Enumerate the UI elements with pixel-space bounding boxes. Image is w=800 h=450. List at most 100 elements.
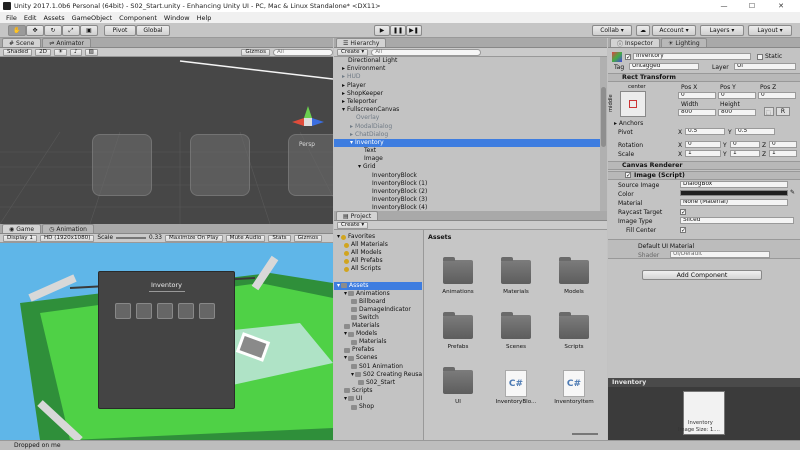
pivot-y-field[interactable]: 0.5 [735,128,775,135]
active-checkbox[interactable]: ✓ [625,54,631,61]
close-button[interactable]: ✕ [769,0,793,12]
asset-folder[interactable]: Scenes [494,312,538,350]
effects-dropdown[interactable]: ▨ [84,48,98,56]
rect-transform-header[interactable]: Rect Transform [608,73,800,82]
hierarchy-item[interactable]: Directional Light [334,57,607,65]
audio-toggle[interactable]: ♪ [69,48,82,56]
account-dropdown[interactable]: Account ▾ [652,25,696,36]
mute-audio-toggle[interactable]: Mute Audio [225,234,266,242]
project-tree-item[interactable]: S01 Animation [334,363,422,371]
tab-scene[interactable]: # Scene [2,38,42,47]
blueprint-mode-button[interactable]: ⬚ [764,107,774,116]
pause-button[interactable]: ❚❚ [390,25,406,36]
hierarchy-create-dropdown[interactable]: Create ▾ [337,48,369,56]
static-checkbox[interactable] [757,54,763,60]
hierarchy-item[interactable]: ▸ ModalDialog [334,123,607,131]
image-enabled-checkbox[interactable]: ✓ [625,172,631,179]
cloud-button[interactable]: ☁ [636,25,650,36]
project-tree-item[interactable]: Materials [334,322,422,330]
project-tree-item[interactable]: ▾ UI [334,395,422,403]
global-toggle[interactable]: Global [136,25,170,36]
scale-slider[interactable] [116,237,147,239]
project-tree-item[interactable]: ▾ Assets [334,281,422,290]
inventory-slot[interactable] [115,303,131,319]
hierarchy-scroll-thumb[interactable] [601,87,606,147]
foldout-arrow-icon[interactable]: ▾ [344,395,347,403]
scale-z-field[interactable]: 1 [769,150,797,157]
move-tool-button[interactable]: ✥ [26,25,44,36]
add-component-button[interactable]: Add Component [642,270,762,280]
2d-toggle[interactable]: 2D [35,48,51,56]
scene-viewport[interactable] [0,57,333,224]
resolution-dropdown[interactable]: HD (1920x1080) [39,234,95,242]
hierarchy-item[interactable]: ▾ FullscreenCanvas [334,106,607,114]
menu-gameobject[interactable]: GameObject [72,14,113,22]
hierarchy-item[interactable]: Image [334,155,607,163]
rotation-y-field[interactable]: 0 [730,141,760,148]
asset-script[interactable]: C# InventoryBlo... [494,370,538,405]
hierarchy-item[interactable]: ▸ ChatDialog [334,131,607,139]
asset-folder[interactable]: Models [552,257,596,295]
scene-gizmos-dropdown[interactable]: Gizmos [241,48,270,56]
foldout-arrow-icon[interactable]: ▾ [344,354,347,362]
project-tree-item[interactable]: ▾ S02 Creating Reusa [334,371,422,379]
hierarchy-item[interactable]: Text [334,147,607,155]
collab-dropdown[interactable]: Collab ▾ [592,25,632,36]
rotation-z-field[interactable]: 0 [769,141,797,148]
pos-z-field[interactable]: 0 [758,92,796,99]
image-type-dropdown[interactable]: Sliced [680,217,794,224]
pos-y-field[interactable]: 0 [718,92,756,99]
project-tree-item[interactable]: ▾ Favorites [334,233,422,241]
hierarchy-item[interactable]: InventoryBlock (4) [334,204,607,211]
minimize-button[interactable]: — [712,0,736,12]
project-tree-item[interactable]: ▾ Models [334,330,422,338]
hierarchy-item[interactable]: ▾ Inventory [334,138,607,148]
tab-lighting[interactable]: ☀ Lighting [661,38,707,47]
hierarchy-item[interactable]: InventoryBlock (1) [334,180,607,188]
shading-dropdown[interactable]: Shaded [3,48,33,56]
hierarchy-item[interactable]: ▸ HUD [334,73,607,81]
play-button[interactable]: ▶ [374,25,390,36]
scale-y-field[interactable]: 1 [730,150,760,157]
scale-tool-button[interactable]: ⤢ [62,25,80,36]
rotation-x-field[interactable]: 0 [685,141,721,148]
project-tree-item[interactable]: ▾ Scenes [334,354,422,362]
tag-dropdown[interactable]: Untagged [629,63,699,70]
raw-edit-button[interactable]: R [776,107,790,116]
hierarchy-item[interactable]: ▸ Teleporter [334,98,607,106]
lighting-toggle[interactable]: ☀ [53,48,67,56]
tab-project[interactable]: ▤ Project [336,211,379,220]
menu-edit[interactable]: Edit [24,14,37,22]
project-tree-item[interactable]: All Prefabs [334,257,422,265]
foldout-arrow-icon[interactable]: ▸ [342,65,345,72]
inventory-slot[interactable] [136,303,152,319]
project-tree-item[interactable]: Materials [334,338,422,346]
project-tree-item[interactable]: S02_Start [334,379,422,387]
inventory-slot[interactable] [157,303,173,319]
hierarchy-scrollbar[interactable] [600,57,607,211]
scene-orientation-gizmo[interactable] [288,100,332,140]
layers-dropdown[interactable]: Layers ▾ [700,25,744,36]
menu-window[interactable]: Window [164,14,190,22]
asset-folder[interactable]: Scripts [552,312,596,350]
preview-title[interactable]: Inventory [608,378,800,387]
rect-tool-button[interactable]: ▣ [80,25,98,36]
layer-dropdown[interactable]: UI [734,63,796,70]
tab-animation[interactable]: ◷ Animation [42,224,94,233]
display-dropdown[interactable]: Display 1 [3,234,37,242]
scene-search-input[interactable]: All [273,48,333,56]
asset-folder[interactable]: Prefabs [436,312,480,350]
foldout-arrow-icon[interactable]: ▾ [358,163,361,170]
anchors-foldout[interactable]: ▸ Anchors [614,120,643,127]
menu-assets[interactable]: Assets [43,14,64,22]
asset-folder[interactable]: Materials [494,257,538,295]
rotate-tool-button[interactable]: ↻ [44,25,62,36]
hierarchy-item[interactable]: ▸ Player [334,82,607,90]
foldout-arrow-icon[interactable]: ▾ [337,282,340,290]
width-field[interactable]: 800 [678,109,716,116]
canvas-renderer-header[interactable]: Canvas Renderer [608,161,800,170]
foldout-arrow-icon[interactable]: ▸ [342,82,345,89]
foldout-arrow-icon[interactable]: ▸ [342,98,345,105]
tab-game[interactable]: ◉ Game [2,224,42,233]
inventory-slot[interactable] [178,303,194,319]
